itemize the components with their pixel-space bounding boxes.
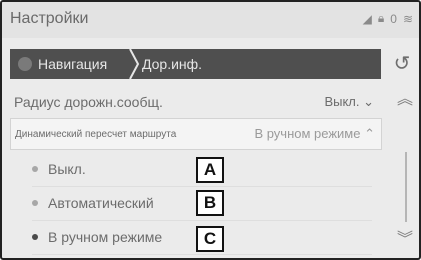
back-button[interactable]: ↺ [389, 52, 415, 76]
breadcrumb-item-navigation[interactable]: Навигация [10, 49, 107, 79]
wifi-icon: ≋ [402, 11, 413, 26]
option-label: В ручном режиме [48, 229, 163, 245]
callout-tag-c: C [196, 226, 224, 252]
page-title: Настройки [10, 10, 89, 27]
status-area: ◢ 🔒︎ 0 ≋ [363, 11, 413, 26]
scrollbar[interactable] [405, 152, 407, 222]
double-chevron-up-icon: ︽ [397, 91, 414, 108]
double-chevron-down-icon: ︾ [397, 231, 414, 248]
infotainment-screen: Настройки ◢ 🔒︎ 0 ≋ Навигация Дор.инф. ↺ … [0, 0, 421, 260]
radio-dot-icon [32, 166, 38, 172]
breadcrumb: Навигация Дор.инф. [10, 49, 381, 79]
titlebar: Настройки ◢ 🔒︎ 0 ≋ [2, 2, 419, 38]
breadcrumb-item-traffic-info[interactable]: Дор.инф. [142, 49, 202, 79]
setting-row-dynamic-reroute[interactable]: Динамический пересчет маршрута В ручном … [10, 118, 382, 150]
breadcrumb-label: Дор.инф. [142, 56, 203, 72]
home-icon [18, 57, 32, 71]
status-badge: 0 [390, 11, 397, 26]
callout-tag-a: A [196, 157, 224, 183]
lock-icon: 🔒︎ [377, 11, 385, 25]
radio-dot-icon [32, 200, 38, 206]
setting-value: В ручном режиме ⌃ [254, 126, 375, 141]
scroll-up-button[interactable]: ︽ [397, 92, 413, 108]
callout-tag-b: B [196, 190, 224, 216]
radio-dot-icon [32, 234, 38, 240]
scroll-down-button[interactable]: ︾ [397, 232, 413, 248]
setting-label: Радиус дорожн.сообщ. [14, 94, 163, 110]
breadcrumb-label: Навигация [38, 56, 108, 72]
option-label: Автоматический [48, 195, 154, 211]
back-icon: ↺ [393, 53, 411, 75]
setting-label: Динамический пересчет маршрута [15, 128, 177, 140]
breadcrumb-separator [129, 49, 140, 79]
signal-icon: ◢ [362, 11, 372, 26]
setting-row-traffic-radius[interactable]: Радиус дорожн.сообщ. Выкл. ⌄ [10, 86, 380, 119]
setting-value: Выкл. ⌄ [324, 94, 374, 109]
option-label: Выкл. [48, 161, 86, 177]
